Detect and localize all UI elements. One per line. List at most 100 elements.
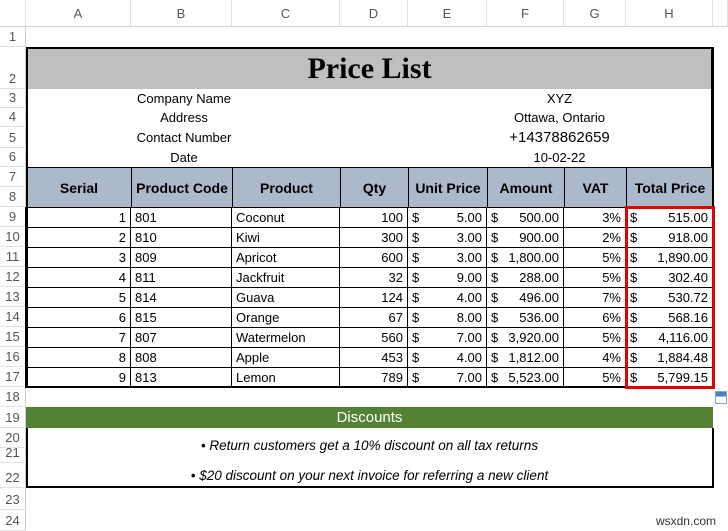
table-cell-unit-price[interactable]: $9.00 xyxy=(407,267,487,288)
table-cell-product[interactable]: Apple xyxy=(231,347,340,368)
table-cell-product[interactable]: Coconut xyxy=(231,207,340,228)
info-value[interactable]: 10-02-22 xyxy=(408,148,713,167)
table-cell-total-price[interactable]: $515.00 xyxy=(625,207,713,228)
table-cell-unit-price[interactable]: $7.00 xyxy=(407,327,487,348)
table-cell-qty[interactable]: 560 xyxy=(339,327,408,348)
table-cell-vat[interactable]: 5% xyxy=(563,367,626,388)
table-header-qty[interactable]: Qty xyxy=(340,167,409,208)
table-cell-serial[interactable]: 8 xyxy=(25,347,131,368)
table-cell-serial[interactable]: 9 xyxy=(25,367,131,388)
discount-line[interactable]: • $20 discount on your next invoice for … xyxy=(26,463,713,488)
table-cell-total-price[interactable]: $918.00 xyxy=(625,227,713,248)
row-header-21[interactable]: 21 xyxy=(0,445,26,463)
row-header-14[interactable]: 14 xyxy=(0,307,26,327)
table-cell-unit-price[interactable]: $8.00 xyxy=(407,307,487,328)
info-label[interactable]: Address xyxy=(26,108,340,127)
table-cell-total-price[interactable]: $568.16 xyxy=(625,307,713,328)
table-cell-serial[interactable]: 3 xyxy=(25,247,131,268)
table-cell-product-code[interactable]: 815 xyxy=(130,307,232,328)
row-header-3[interactable]: 3 xyxy=(0,89,26,108)
select-all-corner[interactable] xyxy=(0,0,26,27)
table-header-product[interactable]: Product xyxy=(232,167,341,208)
table-cell-product-code[interactable]: 810 xyxy=(130,227,232,248)
table-cell-unit-price[interactable]: $3.00 xyxy=(407,247,487,268)
row-header-17[interactable]: 17 xyxy=(0,367,26,387)
column-header-H[interactable]: H xyxy=(626,0,713,27)
table-cell-vat[interactable]: 5% xyxy=(563,247,626,268)
table-cell-product[interactable]: Apricot xyxy=(231,247,340,268)
table-cell-unit-price[interactable]: $4.00 xyxy=(407,287,487,308)
table-cell-total-price[interactable]: $1,890.00 xyxy=(625,247,713,268)
row-header-16[interactable]: 16 xyxy=(0,347,26,367)
row-header-22[interactable]: 22 xyxy=(0,463,26,488)
table-cell-amount[interactable]: $1,800.00 xyxy=(486,247,564,268)
table-cell-qty[interactable]: 600 xyxy=(339,247,408,268)
row-header-18[interactable]: 18 xyxy=(0,387,26,407)
table-cell-product-code[interactable]: 809 xyxy=(130,247,232,268)
row-header-5[interactable]: 5 xyxy=(0,127,26,148)
table-header-product-code[interactable]: Product Code xyxy=(131,167,233,208)
table-cell-amount[interactable]: $288.00 xyxy=(486,267,564,288)
row-header-9[interactable]: 9 xyxy=(0,207,26,227)
table-cell-serial[interactable]: 5 xyxy=(25,287,131,308)
column-header-D[interactable]: D xyxy=(340,0,408,27)
table-cell-serial[interactable]: 2 xyxy=(25,227,131,248)
discounts-header[interactable]: Discounts xyxy=(26,407,713,428)
table-header-amount[interactable]: Amount xyxy=(487,167,565,208)
table-header-serial[interactable]: Serial xyxy=(26,167,132,208)
table-cell-unit-price[interactable]: $7.00 xyxy=(407,367,487,388)
table-cell-qty[interactable]: 789 xyxy=(339,367,408,388)
table-cell-amount[interactable]: $1,812.00 xyxy=(486,347,564,368)
table-cell-serial[interactable]: 7 xyxy=(25,327,131,348)
table-cell-product[interactable]: Lemon xyxy=(231,367,340,388)
info-value[interactable]: Ottawa, Ontario xyxy=(408,108,713,127)
column-header-A[interactable]: A xyxy=(26,0,131,27)
row-header-7[interactable]: 7 xyxy=(0,167,26,187)
table-cell-product-code[interactable]: 814 xyxy=(130,287,232,308)
table-cell-amount[interactable]: $5,523.00 xyxy=(486,367,564,388)
row-header-6[interactable]: 6 xyxy=(0,148,26,167)
table-cell-vat[interactable]: 6% xyxy=(563,307,626,328)
table-cell-qty[interactable]: 100 xyxy=(339,207,408,228)
table-cell-qty[interactable]: 67 xyxy=(339,307,408,328)
table-cell-qty[interactable]: 300 xyxy=(339,227,408,248)
row-header-1[interactable]: 1 xyxy=(0,27,26,47)
row-header-10[interactable]: 10 xyxy=(0,227,26,247)
row-header-2[interactable]: 2 xyxy=(0,47,26,89)
table-cell-serial[interactable]: 1 xyxy=(25,207,131,228)
table-cell-total-price[interactable]: $5,799.15 xyxy=(625,367,713,388)
table-cell-vat[interactable]: 5% xyxy=(563,327,626,348)
table-cell-amount[interactable]: $3,920.00 xyxy=(486,327,564,348)
title-cell[interactable]: Price List xyxy=(26,47,713,89)
table-cell-total-price[interactable]: $530.72 xyxy=(625,287,713,308)
table-header-unit-price[interactable]: Unit Price xyxy=(408,167,488,208)
table-cell-product[interactable]: Jackfruit xyxy=(231,267,340,288)
row-header-13[interactable]: 13 xyxy=(0,287,26,307)
info-value[interactable]: +14378862659 xyxy=(408,127,713,148)
table-cell-amount[interactable]: $496.00 xyxy=(486,287,564,308)
table-cell-serial[interactable]: 6 xyxy=(25,307,131,328)
row-header-11[interactable]: 11 xyxy=(0,247,26,267)
table-cell-product-code[interactable]: 811 xyxy=(130,267,232,288)
table-cell-product[interactable]: Watermelon xyxy=(231,327,340,348)
table-cell-vat[interactable]: 2% xyxy=(563,227,626,248)
table-cell-unit-price[interactable]: $4.00 xyxy=(407,347,487,368)
column-header-C[interactable]: C xyxy=(232,0,340,27)
table-cell-unit-price[interactable]: $3.00 xyxy=(407,227,487,248)
table-cell-amount[interactable]: $900.00 xyxy=(486,227,564,248)
row-header-19[interactable]: 19 xyxy=(0,407,26,428)
table-cell-product[interactable]: Kiwi xyxy=(231,227,340,248)
info-label[interactable]: Contact Number xyxy=(26,127,340,148)
table-cell-total-price[interactable]: $302.40 xyxy=(625,267,713,288)
info-label[interactable]: Company Name xyxy=(26,89,340,108)
table-cell-unit-price[interactable]: $5.00 xyxy=(407,207,487,228)
row-header-12[interactable]: 12 xyxy=(0,267,26,287)
column-header-F[interactable]: F xyxy=(487,0,564,27)
row-header-24[interactable]: 24 xyxy=(0,510,26,531)
table-cell-vat[interactable]: 7% xyxy=(563,287,626,308)
table-cell-total-price[interactable]: $4,116.00 xyxy=(625,327,713,348)
table-cell-product[interactable]: Guava xyxy=(231,287,340,308)
table-cell-vat[interactable]: 3% xyxy=(563,207,626,228)
table-cell-amount[interactable]: $500.00 xyxy=(486,207,564,228)
table-header-vat[interactable]: VAT xyxy=(564,167,627,208)
